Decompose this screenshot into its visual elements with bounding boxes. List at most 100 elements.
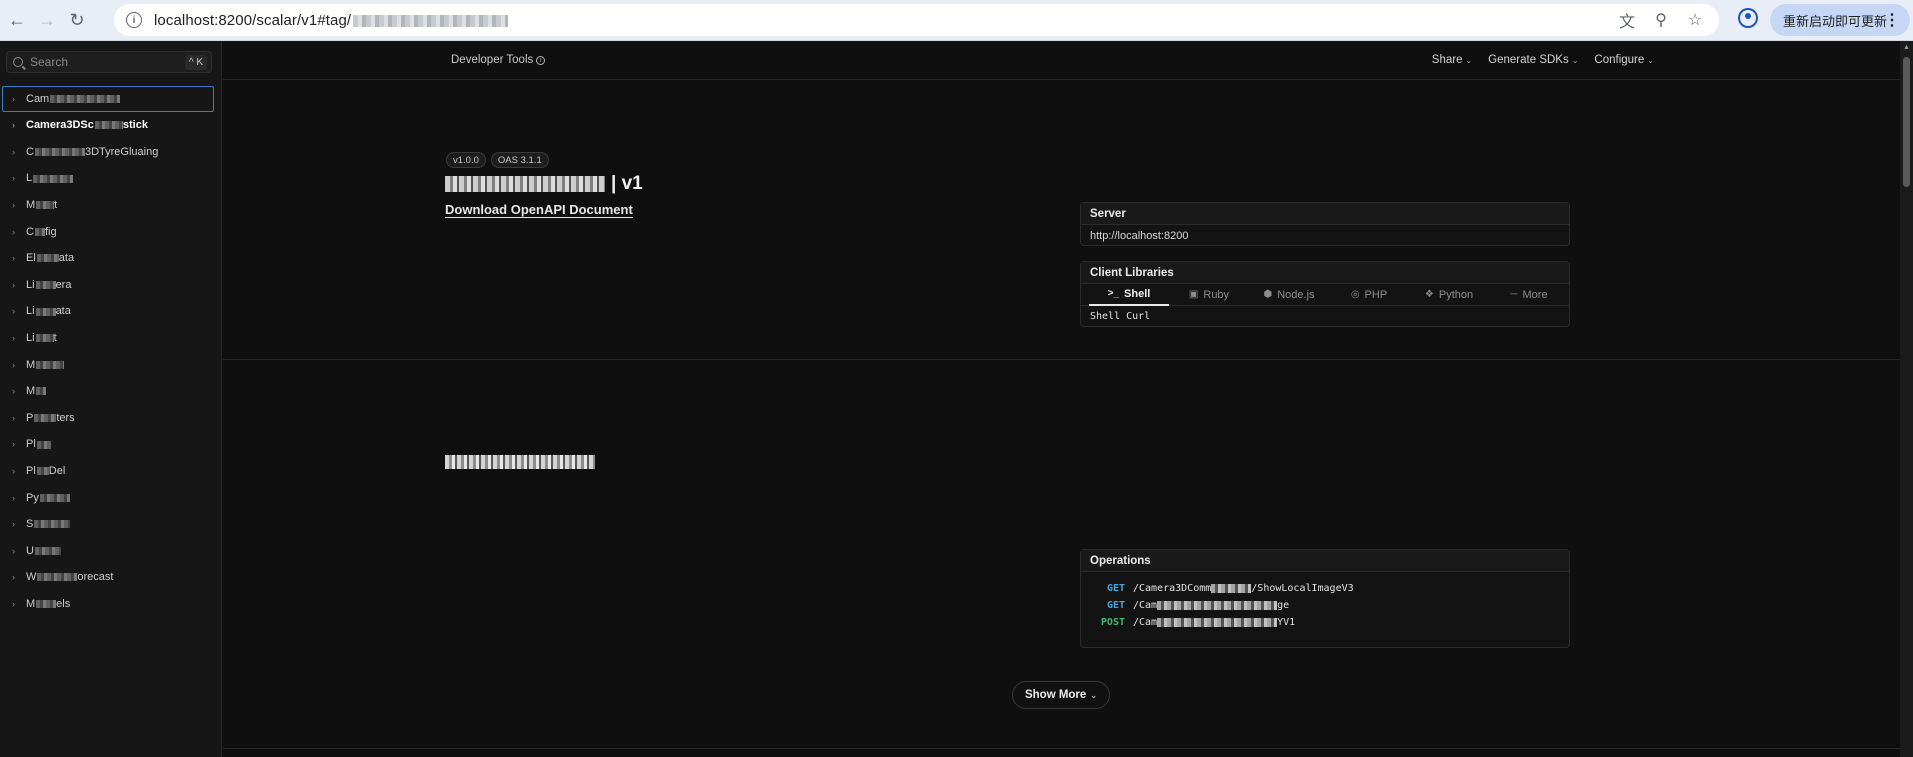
site-info-icon[interactable]: i — [126, 12, 142, 28]
reload-icon[interactable]: ↻ — [62, 5, 92, 35]
sidebar-tag-label-end: orecast — [77, 571, 114, 584]
sidebar-tag-item[interactable]: › M — [0, 378, 222, 405]
share-menu[interactable]: Share ⌄ — [1432, 54, 1472, 66]
chevron-right-icon: › — [12, 200, 15, 211]
show-more-button[interactable]: Show More ⌄ — [1012, 681, 1110, 709]
operation-row[interactable]: GET/Camera3DComm/ShowLocalImageV3 — [1081, 580, 1569, 597]
chevron-right-icon: › — [12, 386, 15, 397]
sidebar-tag-item[interactable]: › Worecast — [0, 564, 222, 591]
tab-shell[interactable]: >_ Shell — [1089, 284, 1169, 306]
sidebar-tag-item[interactable]: › S — [0, 511, 222, 538]
search-input[interactable]: Search ^ K — [6, 51, 212, 73]
profile-icon[interactable] — [1738, 8, 1758, 28]
configure-menu[interactable]: Configure ⌄ — [1594, 54, 1654, 66]
sidebar-tag-label-start: Camera3DSc — [26, 119, 94, 132]
chevron-down-icon: ⌄ — [1571, 56, 1579, 65]
tab-php[interactable]: ◎ PHP — [1329, 284, 1409, 306]
back-arrow-icon[interactable]: ← — [2, 5, 32, 35]
sidebar-tag-label: Worecast — [26, 571, 113, 583]
operation-path: /Cam ge — [1133, 600, 1289, 611]
language-icon: ◎ — [1350, 289, 1360, 300]
tab-label: Python — [1438, 288, 1474, 301]
tag-title-redacted — [445, 454, 595, 469]
sidebar-tag-redacted — [36, 360, 65, 369]
sidebar-tag-label-end: ters — [56, 411, 75, 424]
version-badge: v1.0.0 — [446, 152, 486, 168]
share-label: Share — [1431, 54, 1463, 66]
sidebar-tag-redacted — [50, 95, 121, 104]
operations-list: GET/Camera3DComm/ShowLocalImageV3 GET/Cam… — [1081, 572, 1569, 631]
server-heading: Server — [1081, 203, 1569, 225]
bookmark-star-icon[interactable]: ☆ — [1685, 10, 1705, 30]
sidebar-tag-label-start: Pl — [26, 465, 36, 478]
operations-heading: Operations — [1081, 550, 1569, 572]
operation-path-redacted — [1211, 583, 1252, 593]
tab-more[interactable]: ─ More — [1489, 284, 1569, 306]
sidebar-tag-redacted — [37, 573, 78, 582]
operation-path-end: /ShowLocalImageV3 — [1251, 583, 1354, 594]
url-text[interactable]: localhost:8200/scalar/v1#tag/ — [154, 11, 509, 29]
sidebar-tag-redacted — [39, 493, 70, 502]
operation-row[interactable]: POST/Cam YV1 — [1081, 614, 1569, 631]
sidebar-tag-label: Li ata — [26, 305, 71, 317]
sidebar-tag-item[interactable]: › Py — [0, 484, 222, 511]
sidebar-tag-item[interactable]: › Mt — [0, 192, 222, 219]
sidebar-tag-item[interactable]: › Pl Del — [0, 458, 222, 485]
sidebar-tag-item[interactable]: › M — [0, 351, 222, 378]
sidebar-tag-label-start: Li — [26, 305, 35, 318]
chevron-right-icon: › — [12, 253, 15, 264]
sidebar-tag-item[interactable]: › U — [0, 538, 222, 565]
update-button[interactable]: 重新启动即可更新 ⋮ — [1770, 4, 1910, 36]
sidebar-tag-item[interactable]: › Pl — [0, 431, 222, 458]
scroll-up-icon[interactable]: ▲ — [1903, 44, 1910, 51]
operation-path: /Camera3DComm/ShowLocalImageV3 — [1133, 583, 1354, 594]
code-sample: Shell Curl — [1090, 311, 1151, 322]
tab-python[interactable]: ❖ Python — [1409, 284, 1489, 306]
chevron-right-icon: › — [12, 279, 15, 290]
sidebar-tag-item[interactable]: › Cfig — [0, 218, 222, 245]
sidebar-tag-item[interactable]: › Mels — [0, 591, 222, 618]
server-url[interactable]: http://localhost:8200 — [1081, 225, 1569, 246]
sidebar-tag-item[interactable]: › C 3DTyreGluaing — [0, 139, 222, 166]
sidebar-tag-redacted — [36, 254, 59, 263]
page-scrollbar[interactable]: ▲ — [1900, 41, 1913, 757]
sidebar-tag-redacted — [34, 520, 71, 529]
menu-kebab-icon[interactable]: ⋮ — [1884, 10, 1900, 30]
server-card: Server http://localhost:8200 — [1080, 202, 1570, 246]
http-method-label: GET — [1106, 600, 1125, 611]
info-icon: i — [536, 55, 546, 65]
sidebar-tag-item[interactable]: › Li ata — [0, 298, 222, 325]
top-bar: Developer Tools i Share ⌄ Generate SDKs ⌄ … — [223, 41, 1900, 80]
operation-path-end: ge — [1277, 600, 1290, 611]
operation-row[interactable]: GET/Cam ge — [1081, 597, 1569, 614]
zoom-icon[interactable]: ⚲ — [1651, 10, 1671, 30]
address-bar[interactable]: i localhost:8200/scalar/v1#tag/ 文 ⚲ ☆ — [114, 4, 1719, 36]
url-prefix: localhost:8200/scalar/v1#tag/ — [154, 11, 352, 29]
tab-label: Shell — [1124, 287, 1151, 300]
sidebar-tag-item[interactable]: › Li era — [0, 272, 222, 299]
tab-ruby[interactable]: ▣ Ruby — [1169, 284, 1249, 306]
download-openapi-link[interactable]: Download OpenAPI Document — [445, 202, 633, 217]
forward-arrow-icon[interactable]: → — [32, 5, 62, 35]
sidebar-tag-label: Pl Del — [26, 465, 65, 477]
sidebar-tag-item[interactable]: › El ata — [0, 245, 222, 272]
generate-sdks-menu[interactable]: Generate SDKs ⌄ — [1488, 54, 1578, 66]
client-library-tabs: >_ Shell ▣ Ruby ⬢ Node.js ◎ PHP ❖ Python ─ More — [1081, 284, 1569, 306]
search-icon — [13, 57, 23, 67]
developer-tools-link[interactable]: Developer Tools i — [451, 54, 546, 66]
sidebar-tag-item[interactable]: › L — [0, 165, 222, 192]
sidebar-tag-item[interactable]: › Camera3DSc stick — [0, 112, 222, 139]
chevron-right-icon: › — [12, 173, 15, 184]
sidebar-tag-list: › Cam › Camera3DSc stick › C 3DTyreGluaing › L › Mt… — [0, 86, 222, 617]
scroll-thumb[interactable] — [1903, 57, 1910, 187]
tab-node-js[interactable]: ⬢ Node.js — [1249, 284, 1329, 306]
sidebar-tag-item[interactable]: › Pters — [0, 405, 222, 432]
sidebar-tag-item[interactable]: › Cam — [2, 86, 214, 112]
sidebar-tag-label-start: M — [26, 597, 36, 610]
update-button-label: 重新启动即可更新 — [1783, 13, 1888, 29]
sidebar-tag-label: C 3DTyreGluaing — [26, 146, 158, 158]
sidebar-tag-label-start: Li — [26, 332, 35, 345]
sidebar-tag-item[interactable]: › Li t — [0, 325, 222, 352]
translate-icon[interactable]: 文 — [1617, 10, 1637, 31]
chevron-right-icon: › — [12, 412, 15, 423]
